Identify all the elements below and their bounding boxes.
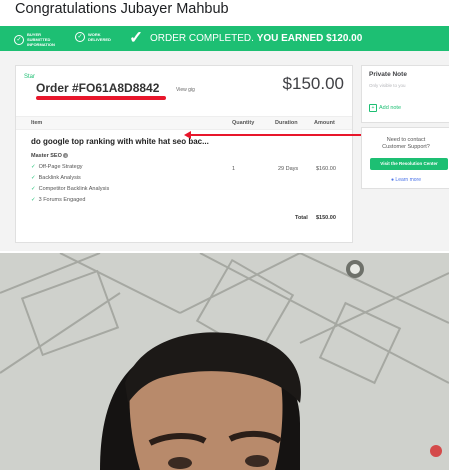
package-name: Master SEO i xyxy=(31,153,69,159)
selfie-photo xyxy=(0,253,449,470)
learn-more-label: Learn more xyxy=(395,177,421,183)
order-number: Order #FO61A8D8842 xyxy=(36,81,160,95)
order-completed-message: ORDER COMPLETED. YOU EARNED $120.00 xyxy=(150,33,362,44)
feature-label: Competitor Backlink Analysis xyxy=(38,186,110,192)
support-question-line2: Customer Support? xyxy=(382,144,430,150)
step-work-delivered: ✓ WORK DELIVERED xyxy=(75,32,122,42)
red-annotation-arrow xyxy=(190,134,368,136)
order-card: Star Order #FO61A8D8842 View gig $150.00… xyxy=(15,65,353,243)
total-label: Total xyxy=(295,215,308,221)
list-item: ✓ Off-Page Strategy xyxy=(31,162,109,173)
order-status-banner: ✓ BUYER SUBMITTED INFORMATION ✓ WORK DEL… xyxy=(0,26,449,51)
col-amount: Amount xyxy=(314,120,335,126)
order-price: $150.00 xyxy=(282,74,344,93)
check-icon: ✓ xyxy=(31,186,36,192)
step-label: WORK DELIVERED xyxy=(88,32,111,42)
col-duration: Duration xyxy=(275,120,298,126)
feature-label: Backlink Analysis xyxy=(38,175,81,181)
red-redaction-mark xyxy=(36,96,166,100)
private-note-subtext: Only visible to you xyxy=(369,83,406,88)
view-gig-link[interactable]: View gig xyxy=(176,87,195,93)
support-question-line1: Need to contact xyxy=(386,137,426,143)
order-screenshot: ✓ BUYER SUBMITTED INFORMATION ✓ WORK DEL… xyxy=(0,26,449,251)
list-item: ✓ Backlink Analysis xyxy=(31,173,109,184)
col-item: Item xyxy=(31,120,43,126)
step-label: BUYER SUBMITTED INFORMATION xyxy=(27,32,55,47)
help-icon: ● xyxy=(391,177,395,183)
checkmark-icon: ✓ xyxy=(129,28,144,47)
list-item: ✓ 3 Forums Engaged xyxy=(31,195,109,206)
order-completed-text: ORDER COMPLETED. xyxy=(150,33,254,44)
selfie-photo-illustration xyxy=(0,253,449,470)
feature-label: 3 Forums Engaged xyxy=(38,197,86,203)
check-icon: ✓ xyxy=(31,164,36,170)
info-icon[interactable]: i xyxy=(63,153,69,159)
support-question: Need to contact Customer Support? xyxy=(362,137,449,151)
list-item: ✓ Competitor Backlink Analysis xyxy=(31,184,109,195)
amount-value: $160.00 xyxy=(316,166,336,172)
gig-title[interactable]: do google top ranking with white hat seo… xyxy=(31,137,209,146)
quantity-value: 1 xyxy=(232,166,236,172)
check-icon: ✓ xyxy=(31,175,36,181)
step-check-icon: ✓ xyxy=(75,32,85,42)
add-note-button[interactable]: + Add note xyxy=(369,104,401,112)
step-buyer-submitted: ✓ BUYER SUBMITTED INFORMATION xyxy=(14,32,61,47)
order-table-header: Item Quantity Duration Amount xyxy=(16,116,352,130)
step-check-icon: ✓ xyxy=(14,34,24,45)
star-label: Star xyxy=(24,74,36,80)
package-label: Master SEO xyxy=(31,153,62,159)
feature-list: ✓ Off-Page Strategy ✓ Backlink Analysis ✓ C… xyxy=(31,162,109,206)
earned-amount-text: YOU EARNED $120.00 xyxy=(256,33,363,44)
support-card: Need to contact Customer Support? Visit … xyxy=(361,127,449,189)
learn-more-link[interactable]: ● Learn more xyxy=(362,177,449,183)
post-header: Congratulations Jubayer Mahbub xyxy=(0,0,449,26)
total-value: $150.00 xyxy=(316,215,336,221)
feature-label: Off-Page Strategy xyxy=(38,164,83,170)
private-note-card: Private Note Only visible to you + Add no… xyxy=(361,65,449,123)
private-note-heading: Private Note xyxy=(369,71,407,78)
col-quantity: Quantity xyxy=(232,120,255,126)
plus-icon: + xyxy=(369,104,377,112)
check-icon: ✓ xyxy=(31,197,36,203)
add-note-label: Add note xyxy=(379,105,402,111)
post-title: Congratulations Jubayer Mahbub xyxy=(15,1,229,17)
resolution-center-button[interactable]: Visit the Resolution Center xyxy=(370,158,448,170)
duration-value: 29 Days xyxy=(278,166,299,172)
arrow-head-icon xyxy=(184,131,191,139)
